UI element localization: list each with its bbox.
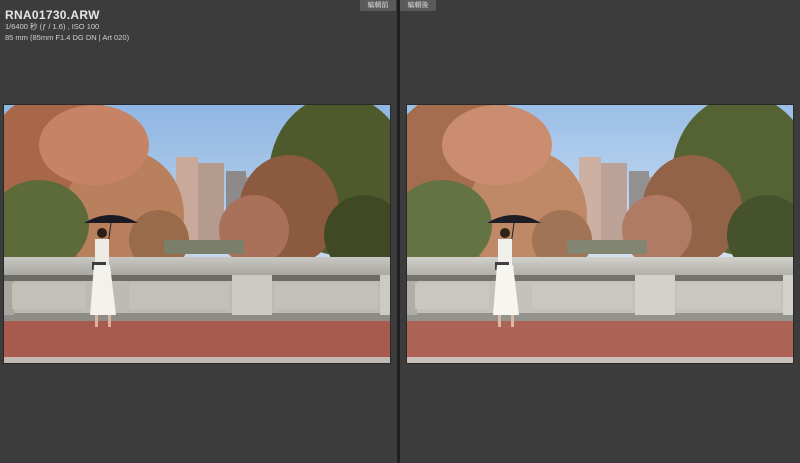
- before-photo-image: [4, 105, 390, 363]
- exposure-info: 1/6400 秒 (ƒ / 1.6) , ISO 100: [5, 22, 100, 31]
- tab-before[interactable]: 編輯前: [360, 0, 396, 11]
- lens-info: 85 mm (85mm F1.4 DG DN | Art 020): [5, 32, 130, 42]
- file-info-overlay: RNA01730.ARW 1/6400 秒 (ƒ / 1.6) , ISO 10…: [5, 8, 129, 43]
- before-photo[interactable]: [3, 104, 391, 364]
- tab-after[interactable]: 編輯後: [400, 0, 436, 11]
- file-name: RNA01730.ARW: [5, 8, 100, 22]
- after-photo-image: [407, 105, 793, 363]
- after-photo[interactable]: [406, 104, 794, 364]
